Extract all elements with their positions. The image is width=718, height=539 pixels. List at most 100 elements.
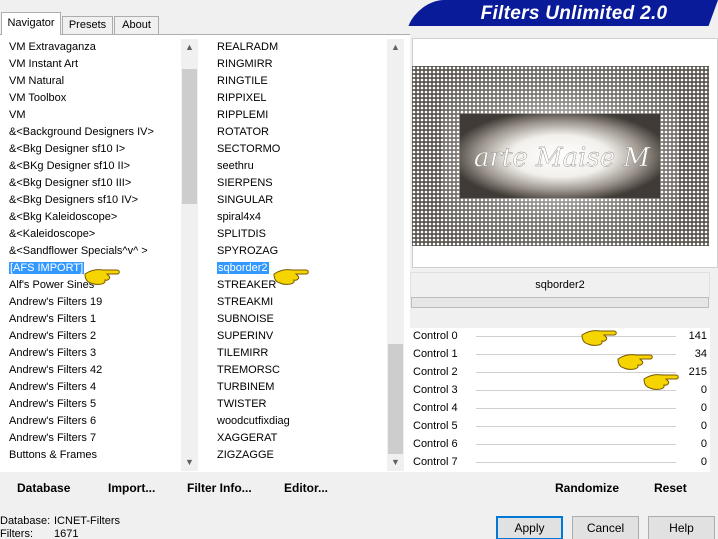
cancel-button[interactable]: Cancel xyxy=(572,516,639,539)
filter-list[interactable]: REALRADM RINGMIRR RINGTILE RIPPIXEL RIPPLEMI… xyxy=(210,39,387,471)
control-slider[interactable] xyxy=(476,462,676,463)
control-slider[interactable] xyxy=(476,444,676,445)
filter-item[interactable]: TWISTER xyxy=(210,396,387,413)
control-value[interactable]: 0 xyxy=(667,456,707,468)
category-item-label: Buttons & Frames xyxy=(9,449,98,461)
filter-item[interactable]: SUBNOISE xyxy=(210,311,387,328)
filter-item[interactable]: SINGULAR xyxy=(210,192,387,209)
filter-item[interactable]: RINGMIRR xyxy=(210,56,387,73)
category-item-label: VM Extravaganza xyxy=(9,41,96,53)
category-item[interactable]: Andrew's Filters 7 xyxy=(2,430,180,447)
control-slider[interactable] xyxy=(476,408,676,409)
category-item[interactable]: &<Sandflower Specials^v^ > xyxy=(2,243,180,260)
control-value[interactable]: 0 xyxy=(667,438,707,450)
category-list[interactable]: VM Extravaganza VM Instant Art VM Natural V… xyxy=(2,39,180,471)
filter-item[interactable]: SPLITDIS xyxy=(210,226,387,243)
database-button[interactable]: Database xyxy=(17,481,70,495)
category-item[interactable]: VM Toolbox xyxy=(2,90,180,107)
import-button[interactable]: Import... xyxy=(108,481,155,495)
scroll-thumb[interactable] xyxy=(388,344,403,454)
tab-navigator[interactable]: Navigator xyxy=(1,12,61,35)
scroll-thumb[interactable] xyxy=(182,69,197,204)
apply-button[interactable]: Apply xyxy=(496,516,563,539)
filter-item[interactable]: RINGTILE xyxy=(210,73,387,90)
control-value[interactable]: 0 xyxy=(667,420,707,432)
scroll-up-arrow-icon[interactable]: ▲ xyxy=(181,39,198,56)
category-item[interactable]: Andrew's Filters 4 xyxy=(2,379,180,396)
category-item[interactable]: Andrew's Filters 42 xyxy=(2,362,180,379)
filter-item[interactable]: RIPPLEMI xyxy=(210,107,387,124)
scroll-down-arrow-icon[interactable]: ▼ xyxy=(387,454,404,471)
controls-scrollbar[interactable] xyxy=(710,328,718,472)
control-slider[interactable] xyxy=(476,336,676,337)
category-item[interactable]: VM Natural xyxy=(2,73,180,90)
pointing-hand-icon xyxy=(643,374,679,390)
category-item[interactable]: Andrew's Filters 6 xyxy=(2,413,180,430)
filter-scrollbar[interactable]: ▲ ▼ xyxy=(387,39,404,471)
filter-name-label: sqborder2 xyxy=(410,272,710,298)
filter-item[interactable]: woodcutfixdiag xyxy=(210,413,387,430)
tab-presets[interactable]: Presets xyxy=(62,16,113,34)
filter-item[interactable]: ROTATOR xyxy=(210,124,387,141)
control-row[interactable]: Control 0 141 xyxy=(410,328,710,346)
category-item[interactable]: Buttons & Frames xyxy=(2,447,180,464)
reset-button[interactable]: Reset xyxy=(654,481,687,495)
category-item[interactable]: VM Instant Art xyxy=(2,56,180,73)
category-item[interactable]: VM xyxy=(2,107,180,124)
app-title: Filters Unlimited 2.0 xyxy=(480,3,668,24)
category-scrollbar[interactable]: ▲ ▼ xyxy=(181,39,198,471)
filter-item[interactable]: SECTORMO xyxy=(210,141,387,158)
control-row[interactable]: Control 5 0 xyxy=(410,418,710,436)
tab-about[interactable]: About xyxy=(114,16,159,34)
filter-item[interactable]: SUPERINV xyxy=(210,328,387,345)
category-item[interactable]: Andrew's Filters 1 xyxy=(2,311,180,328)
filter-item[interactable]: seethru xyxy=(210,158,387,175)
filter-item[interactable]: SPYROZAG xyxy=(210,243,387,260)
filter-info-button[interactable]: Filter Info... xyxy=(187,481,252,495)
filter-item[interactable]: RIPPIXEL xyxy=(210,90,387,107)
preview-image: arte Maise M xyxy=(412,66,709,246)
filter-item-label: REALRADM xyxy=(217,41,279,53)
filter-item[interactable]: spiral4x4 xyxy=(210,209,387,226)
category-item[interactable]: Andrew's Filters 19 xyxy=(2,294,180,311)
filter-item-label: seethru xyxy=(217,160,254,172)
category-item[interactable]: &<Bkg Kaleidoscope> xyxy=(2,209,180,226)
help-button[interactable]: Help xyxy=(648,516,715,539)
control-row[interactable]: Control 6 0 xyxy=(410,436,710,454)
category-item[interactable]: &<Kaleidoscope> xyxy=(2,226,180,243)
control-value[interactable]: 141 xyxy=(667,330,707,342)
control-value[interactable]: 0 xyxy=(667,402,707,414)
category-item[interactable]: Andrew's Filters 3 xyxy=(2,345,180,362)
filter-item[interactable]: TREMORSC xyxy=(210,362,387,379)
control-value[interactable]: 34 xyxy=(667,348,707,360)
control-row[interactable]: Control 4 0 xyxy=(410,400,710,418)
category-item[interactable]: &<Bkg Designer sf10 I> xyxy=(2,141,180,158)
filter-item[interactable]: REALRADM xyxy=(210,39,387,56)
category-item[interactable]: &<Bkg Designer sf10 III> xyxy=(2,175,180,192)
editor-button[interactable]: Editor... xyxy=(284,481,328,495)
category-item[interactable]: VM Extravaganza xyxy=(2,39,180,56)
category-item[interactable]: &<Bkg Designers sf10 IV> xyxy=(2,192,180,209)
control-row[interactable]: Control 1 34 xyxy=(410,346,710,364)
control-slider[interactable] xyxy=(476,426,676,427)
category-item[interactable]: Andrew's Filters 2 xyxy=(2,328,180,345)
category-item-label: [AFS IMPORT] xyxy=(7,261,86,275)
filter-item[interactable]: XAGGERAT xyxy=(210,430,387,447)
progress-bar xyxy=(411,297,709,308)
filter-item[interactable]: ZIGZAGGE xyxy=(210,447,387,464)
category-item-label: Andrew's Filters 4 xyxy=(9,381,97,393)
scroll-down-arrow-icon[interactable]: ▼ xyxy=(181,454,198,471)
category-item[interactable]: &<BKg Designer sf10 II> xyxy=(2,158,180,175)
category-item[interactable]: Andrew's Filters 5 xyxy=(2,396,180,413)
control-row[interactable]: Control 7 0 xyxy=(410,454,710,472)
filter-item[interactable]: STREAKMI xyxy=(210,294,387,311)
filter-item[interactable]: SIERPENS xyxy=(210,175,387,192)
filter-item-label: spiral4x4 xyxy=(217,211,262,223)
filter-item-label: SPLITDIS xyxy=(217,228,266,240)
category-item[interactable]: &<Background Designers IV> xyxy=(2,124,180,141)
randomize-button[interactable]: Randomize xyxy=(555,481,619,495)
filter-item[interactable]: TILEMIRR xyxy=(210,345,387,362)
scroll-up-arrow-icon[interactable]: ▲ xyxy=(387,39,404,56)
filters-count: 1671 xyxy=(54,528,79,539)
filter-item[interactable]: TURBINEM xyxy=(210,379,387,396)
